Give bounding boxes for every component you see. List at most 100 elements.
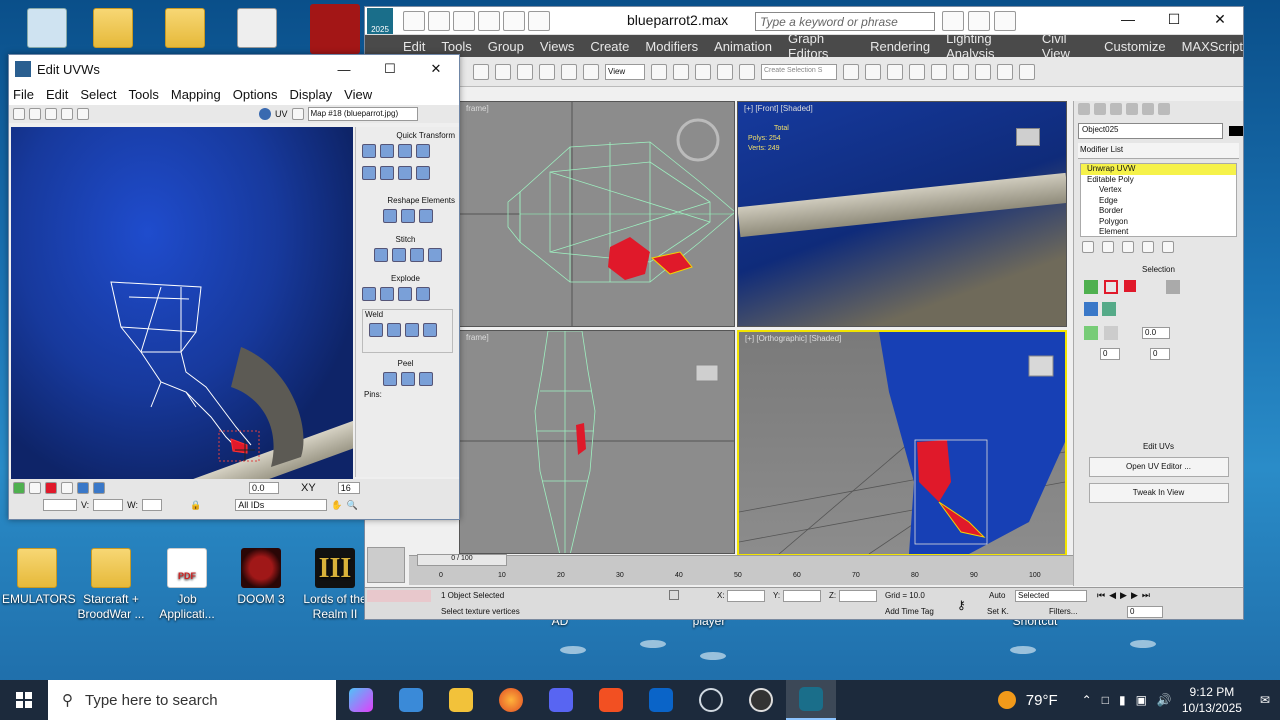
straighten-icon[interactable]: [382, 209, 397, 223]
stack-item-edge[interactable]: Edge: [1081, 196, 1236, 207]
z-coord-input[interactable]: [839, 590, 877, 602]
soft-select-spinner[interactable]: 0.0: [249, 482, 279, 494]
project-button[interactable]: [528, 10, 550, 31]
select-by-name-icon[interactable]: [495, 63, 511, 80]
angle-snap-icon[interactable]: [695, 63, 711, 80]
shrink-icon[interactable]: [1102, 302, 1116, 316]
desktop-icon-lotr[interactable]: III Lords of the Realm II: [300, 548, 370, 622]
weather-icon[interactable]: [997, 691, 1016, 709]
current-frame-input[interactable]: 0: [1127, 606, 1163, 618]
remove-modifier-icon[interactable]: [1142, 241, 1154, 253]
detach-icon[interactable]: [380, 287, 394, 301]
set-key-button[interactable]: Set K.: [987, 607, 1009, 616]
viewport-front[interactable]: [+] [Front] [Shaded] Total Polys: 254 Ve…: [737, 101, 1067, 327]
select-icon[interactable]: [473, 63, 489, 80]
ring-icon[interactable]: [1084, 326, 1098, 340]
stack-item-unwrap[interactable]: Unwrap UVW: [1081, 164, 1236, 175]
snap-icon[interactable]: [673, 63, 689, 80]
render-icon[interactable]: [1019, 63, 1035, 80]
files-icon[interactable]: [386, 680, 436, 720]
select-by-id-spinner[interactable]: 0: [1100, 348, 1120, 360]
desktop-icon-emulators[interactable]: EMULATORS: [2, 548, 76, 607]
face-mode-icon[interactable]: [1124, 280, 1136, 292]
render-frame-icon[interactable]: [997, 63, 1013, 80]
mirror-icon[interactable]: [843, 63, 859, 80]
v-input[interactable]: [93, 499, 124, 511]
maximize-button[interactable]: ☐: [1151, 7, 1197, 31]
material-editor-icon[interactable]: [953, 63, 969, 80]
viewcube-icon[interactable]: [1028, 355, 1054, 377]
viewcube-icon[interactable]: [676, 118, 720, 162]
time-slider[interactable]: 0 / 100: [417, 554, 507, 566]
align-u-icon[interactable]: [362, 144, 376, 158]
weld-settings-icon[interactable]: [423, 323, 437, 337]
menu-civil-view[interactable]: Civil View: [1042, 31, 1088, 61]
tweak-in-view-button[interactable]: Tweak In View: [1088, 483, 1229, 503]
stack-item-border[interactable]: Border: [1081, 206, 1236, 217]
lock-icon[interactable]: 🔒: [190, 500, 201, 511]
keyword-search-input[interactable]: Type a keyword or phrase: [755, 12, 935, 31]
usb-icon[interactable]: ▮: [1119, 693, 1126, 707]
chevron-up-icon[interactable]: ⌃: [1082, 693, 1092, 707]
hierarchy-tab-icon[interactable]: [1110, 103, 1122, 115]
align-h-icon[interactable]: [362, 166, 376, 180]
quick-peel-icon[interactable]: [382, 372, 397, 386]
ref-coord-select[interactable]: View: [605, 63, 645, 80]
u-input[interactable]: [43, 499, 77, 511]
network-icon[interactable]: ▣: [1136, 693, 1147, 707]
selection-rollout-title[interactable]: Selection: [1074, 265, 1243, 274]
uv-editor-canvas[interactable]: [11, 127, 353, 479]
move-icon[interactable]: [13, 108, 25, 120]
menu-group[interactable]: Group: [488, 39, 524, 54]
uvw-menu-options[interactable]: Options: [233, 87, 278, 102]
pivot-icon[interactable]: [651, 63, 667, 80]
edge-select-icon[interactable]: [29, 482, 41, 494]
3dsmax-icon[interactable]: [786, 680, 836, 720]
taskbar-search[interactable]: ⚲ Type here to search: [48, 680, 336, 720]
stitch-average-icon[interactable]: [409, 248, 424, 262]
next-frame-icon[interactable]: ▶: [1131, 590, 1138, 601]
modify-tab-icon[interactable]: [1094, 103, 1106, 115]
checker-icon[interactable]: [291, 108, 304, 120]
key-filters-button[interactable]: Filters...: [1049, 607, 1077, 616]
menu-lighting-analysis[interactable]: Lighting Analysis: [946, 31, 1026, 61]
relax-settings-icon[interactable]: [418, 209, 433, 223]
y-coord-input[interactable]: [783, 590, 821, 602]
uvw-menu-file[interactable]: File: [13, 87, 34, 102]
weld-target-icon[interactable]: [369, 323, 383, 337]
utilities-tab-icon[interactable]: [1158, 103, 1170, 115]
steam-icon[interactable]: [686, 680, 736, 720]
close-button[interactable]: ✕: [1197, 7, 1243, 31]
stack-item-polygon[interactable]: Polygon: [1081, 217, 1236, 228]
edge-mode-icon[interactable]: [1104, 280, 1118, 294]
scale-icon[interactable]: [583, 63, 599, 80]
move-icon[interactable]: [539, 63, 555, 80]
menu-tools[interactable]: Tools: [441, 39, 471, 54]
desktop-icon-folder[interactable]: [78, 8, 148, 52]
firefox-icon[interactable]: [486, 680, 536, 720]
align-icon[interactable]: [865, 63, 881, 80]
viewport-top[interactable]: frame]: [459, 101, 735, 327]
face-select-icon[interactable]: [45, 482, 57, 494]
uvw-menu-edit[interactable]: Edit: [46, 87, 68, 102]
uvw-maximize-button[interactable]: ☐: [367, 55, 413, 83]
uvw-menu-display[interactable]: Display: [290, 87, 333, 102]
uv-mode-label[interactable]: UV: [275, 109, 288, 119]
new-file-button[interactable]: [403, 10, 425, 31]
viewport-perspective[interactable]: [+] [Orthographic] [Shaded]: [737, 330, 1067, 556]
x-coord-input[interactable]: [727, 590, 765, 602]
pin-stack-icon[interactable]: [1082, 241, 1094, 253]
open-file-button[interactable]: [428, 10, 450, 31]
undo-button[interactable]: [478, 10, 500, 31]
desktop-icon-job[interactable]: PDF Job Applicati...: [152, 548, 222, 622]
rotate-icon[interactable]: [561, 63, 577, 80]
stitch-target-icon[interactable]: [373, 248, 388, 262]
uvw-close-button[interactable]: ✕: [413, 55, 459, 83]
vertex-select-icon[interactable]: [13, 482, 25, 494]
go-end-icon[interactable]: ⏭: [1142, 590, 1150, 601]
outlook-icon[interactable]: [636, 680, 686, 720]
stack-item-vertex[interactable]: Vertex: [1081, 185, 1236, 196]
go-start-icon[interactable]: ⏮: [1097, 590, 1105, 601]
weather-temp[interactable]: 79°F: [1026, 692, 1058, 709]
menu-rendering[interactable]: Rendering: [870, 39, 930, 54]
